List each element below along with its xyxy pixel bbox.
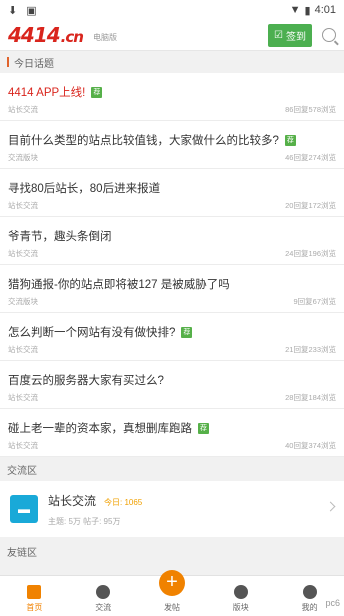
topic-board: 站长交流 bbox=[8, 201, 38, 210]
plus-icon: + bbox=[158, 570, 185, 596]
today-topics-heading: 今日话题 bbox=[0, 51, 344, 73]
board-chat-icon: ▬ bbox=[10, 495, 38, 523]
topic-stats: 46回复274浏览 bbox=[285, 153, 336, 162]
topic-board: 交流版块 bbox=[8, 153, 38, 162]
topic-board: 交流版块 bbox=[8, 297, 38, 306]
wifi-icon: ▼ bbox=[289, 4, 301, 16]
list-item[interactable]: 目前什么类型的站点比较值钱，大家做什么的比较多? 荐 交流版块 46回复274浏览 bbox=[0, 121, 344, 169]
topic-list: 4414 APP上线! 荐 站长交流 86回复578浏览 目前什么类型的站点比较值钱… bbox=[0, 73, 344, 457]
tab-home[interactable]: 首页 bbox=[0, 576, 69, 616]
recommend-badge: 荐 bbox=[198, 422, 209, 434]
recommend-badge: 荐 bbox=[284, 134, 296, 146]
topic-title: 4414 APP上线! bbox=[8, 87, 86, 99]
tab-chat[interactable]: 交流 bbox=[69, 576, 138, 616]
user-icon bbox=[302, 585, 317, 599]
topic-stats: 40回复374浏览 bbox=[285, 441, 336, 450]
chevron-right-icon bbox=[325, 501, 336, 512]
status-bar: ⬇ ▣ ▼ ▮ 4:01 bbox=[0, 0, 344, 20]
image-icon: ▣ bbox=[26, 4, 37, 17]
topic-title: 寻找80后站长，80后进来报道 bbox=[8, 183, 161, 195]
app-header: 4414.cn 电脑版 ☑ 签到 bbox=[0, 20, 344, 51]
topic-title: 爷青节，趣头条倒闭 bbox=[8, 231, 112, 243]
topic-board: 站长交流 bbox=[8, 393, 38, 402]
list-item[interactable]: 猎狗通报-你的站点即将被127 是被威胁了吗 交流版块 9回复67浏览 bbox=[0, 265, 344, 313]
checkin-icon: ☑ bbox=[274, 29, 283, 41]
chat-icon bbox=[96, 585, 111, 599]
battery-icon: ▮ bbox=[304, 4, 311, 17]
list-item[interactable]: 爷青节，趣头条倒闭 站长交流 24回复196浏览 bbox=[0, 217, 344, 265]
watermark: pc6 bbox=[325, 598, 340, 608]
topic-board: 站长交流 bbox=[8, 345, 38, 354]
topic-title: 碰上老一辈的资本家，真想删库跑路 bbox=[8, 423, 192, 435]
exchange-section-heading: 交流区 bbox=[7, 465, 37, 477]
topic-board: 站长交流 bbox=[8, 249, 38, 258]
board-icon bbox=[233, 585, 248, 599]
topic-stats: 28回复184浏览 bbox=[285, 393, 336, 402]
list-item[interactable]: 碰上老一辈的资本家，真想删库跑路荐 站长交流 40回复374浏览 bbox=[0, 409, 344, 457]
board-name: 站长交流 bbox=[48, 493, 97, 508]
list-item[interactable]: 4414 APP上线! 荐 站长交流 86回复578浏览 bbox=[0, 73, 344, 121]
forum-board-card[interactable]: ▬ 站长交流 今日: 1065 主题: 5万 帖子: 95万 bbox=[0, 481, 344, 537]
list-item[interactable]: 寻找80后站长，80后进来报道 站长交流 20回复172浏览 bbox=[0, 169, 344, 217]
site-logo[interactable]: 4414.cn bbox=[8, 23, 84, 47]
topic-board: 站长交流 bbox=[8, 441, 38, 450]
topic-stats: 24回复196浏览 bbox=[285, 249, 336, 258]
topic-title: 猎狗通报-你的站点即将被127 是被威胁了吗 bbox=[8, 279, 230, 291]
home-icon bbox=[27, 585, 42, 599]
board-stats: 主题: 5万 帖子: 95万 bbox=[48, 516, 121, 526]
topic-title: 怎么判断一个网站有没有做快排? bbox=[8, 327, 176, 339]
tab-boards[interactable]: 版块 bbox=[206, 576, 275, 616]
tab-post[interactable]: + 发帖 bbox=[138, 570, 207, 616]
list-item[interactable]: 百度云的服务器大家有买过么? 站长交流 28回复184浏览 bbox=[0, 361, 344, 409]
board-today-count: 今日: 1065 bbox=[104, 497, 143, 507]
checkin-button[interactable]: ☑ 签到 bbox=[268, 23, 312, 47]
desktop-version-link[interactable]: 电脑版 bbox=[93, 32, 117, 43]
bottom-tab-bar: 首页 交流 + 发帖 版块 我的 pc6 bbox=[0, 570, 344, 616]
recommend-badge: 荐 bbox=[181, 326, 193, 338]
topic-stats: 21回复233浏览 bbox=[285, 345, 336, 354]
topic-title: 目前什么类型的站点比较值钱，大家做什么的比较多? bbox=[8, 135, 279, 147]
topic-stats: 86回复578浏览 bbox=[285, 105, 336, 114]
recommend-badge: 荐 bbox=[91, 86, 103, 98]
list-item[interactable]: 怎么判断一个网站有没有做快排? 荐 站长交流 21回复233浏览 bbox=[0, 313, 344, 361]
topic-stats: 9回复67浏览 bbox=[293, 297, 336, 306]
status-time: 4:01 bbox=[314, 4, 336, 16]
search-icon[interactable] bbox=[322, 28, 336, 42]
topic-board: 站长交流 bbox=[8, 105, 38, 114]
topic-title: 百度云的服务器大家有买过么? bbox=[8, 375, 164, 387]
friend-links-heading: 友链区 bbox=[7, 547, 37, 559]
topic-stats: 20回复172浏览 bbox=[285, 201, 336, 210]
tab-mine[interactable]: 我的 bbox=[275, 576, 344, 616]
download-icon: ⬇ bbox=[8, 4, 18, 17]
